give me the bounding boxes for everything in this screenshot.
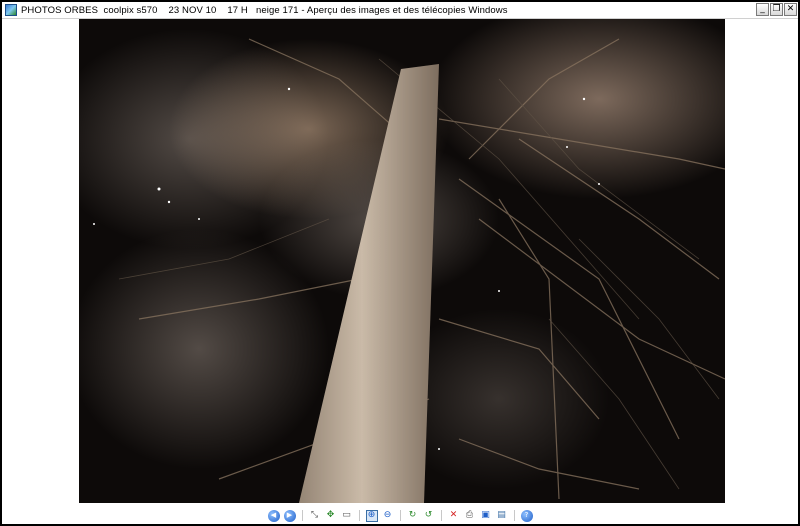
caption-buttons: _ ❐ ✕ bbox=[756, 3, 797, 16]
delete-button[interactable]: ✕ bbox=[448, 510, 460, 522]
open-icon: ▤ bbox=[497, 510, 506, 520]
zoom-in-button[interactable]: ⊕ bbox=[365, 509, 378, 522]
previous-image-button[interactable]: ◀ bbox=[267, 509, 280, 522]
image-viewport[interactable] bbox=[2, 19, 798, 507]
copy-to-button[interactable]: ▣ bbox=[480, 510, 492, 522]
actual-size-icon: ✥ bbox=[326, 510, 335, 520]
rotate-counterclockwise-button[interactable]: ↺ bbox=[423, 510, 435, 522]
open-with-button[interactable]: ▤ bbox=[496, 510, 508, 522]
displayed-photo[interactable] bbox=[79, 19, 725, 503]
toolbar-separator bbox=[513, 510, 515, 521]
best-fit-button[interactable]: ⤡ bbox=[309, 510, 321, 522]
next-icon: ▶ bbox=[286, 511, 293, 519]
help-icon: ? bbox=[524, 511, 529, 519]
toolbar-separator bbox=[358, 510, 360, 521]
help-button[interactable]: ? bbox=[520, 509, 533, 522]
save-icon: ▣ bbox=[481, 510, 490, 520]
app-icon[interactable] bbox=[5, 4, 17, 16]
minimize-button[interactable]: _ bbox=[756, 3, 769, 16]
toolbar-separator bbox=[301, 510, 303, 521]
slideshow-button[interactable]: ▭ bbox=[341, 510, 353, 522]
zoom-in-icon: ⊕ bbox=[367, 510, 376, 520]
photo-tree-trunk-night bbox=[79, 19, 725, 503]
rotate-clockwise-button[interactable]: ↻ bbox=[407, 510, 419, 522]
window-title: PHOTOS ORBES coolpix s570 23 NOV 10 17 H… bbox=[21, 4, 508, 16]
image-viewer-window: PHOTOS ORBES coolpix s570 23 NOV 10 17 H… bbox=[0, 0, 800, 526]
zoom-out-button[interactable]: ⊖ bbox=[382, 510, 394, 522]
print-icon: ⎙ bbox=[465, 510, 474, 520]
rotate-clockwise-icon: ↻ bbox=[408, 510, 417, 520]
zoom-out-icon: ⊖ bbox=[383, 510, 392, 520]
best-fit-icon: ⤡ bbox=[310, 510, 319, 520]
delete-icon: ✕ bbox=[449, 510, 458, 520]
slideshow-icon: ▭ bbox=[342, 510, 351, 520]
actual-size-button[interactable]: ✥ bbox=[325, 510, 337, 522]
title-bar[interactable]: PHOTOS ORBES coolpix s570 23 NOV 10 17 H… bbox=[2, 2, 798, 19]
toolbar-separator bbox=[440, 510, 442, 521]
previous-icon: ◀ bbox=[270, 511, 277, 519]
print-button[interactable]: ⎙ bbox=[464, 510, 476, 522]
toolbar-separator bbox=[399, 510, 401, 521]
rotate-counterclockwise-icon: ↺ bbox=[424, 510, 433, 520]
viewer-toolbar: ◀ ▶ ⤡ ✥ ▭ ⊕ ⊖ ↻ ↺ ✕ ⎙ ▣ ▤ ? bbox=[2, 507, 798, 524]
next-image-button[interactable]: ▶ bbox=[283, 509, 296, 522]
close-button[interactable]: ✕ bbox=[784, 3, 797, 16]
maximize-button[interactable]: ❐ bbox=[770, 3, 783, 16]
